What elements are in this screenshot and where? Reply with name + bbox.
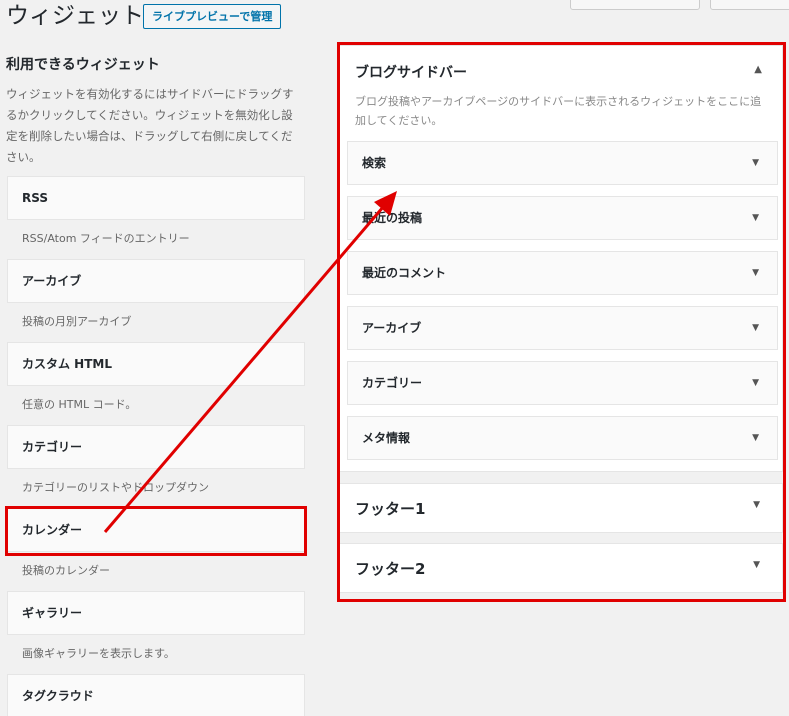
widget-archives-desc: 投稿の月別アーカイブ [22,315,132,328]
widget-rss[interactable]: RSS [7,176,305,220]
available-widgets-title: 利用できるウィジェット [6,57,160,73]
widget-tag-cloud[interactable]: タグクラウド [7,674,305,716]
widget-rss-desc: RSS/Atom フィードのエントリー [22,232,190,245]
page-title: ウィジェット [6,3,144,29]
widget-categories[interactable]: カテゴリー [7,425,305,469]
live-preview-button[interactable]: ライブプレビューで管理 [143,4,282,29]
widget-gallery-desc: 画像ギャラリーを表示します。 [22,647,175,660]
widget-custom-html-desc: 任意の HTML コード。 [22,398,137,411]
widget-calendar-desc: 投稿のカレンダー [22,564,110,577]
top-toolbar-button[interactable] [570,0,700,10]
highlight-box-calendar [5,506,307,556]
highlight-box-sidebar [337,42,786,602]
available-widgets-description: ウィジェットを有効化するにはサイドバーにドラッグするかクリックしてください。ウィ… [6,87,294,164]
widget-archives[interactable]: アーカイブ [7,259,305,303]
widget-gallery[interactable]: ギャラリー [7,591,305,635]
widget-categories-desc: カテゴリーのリストやドロップダウン [22,481,209,494]
top-toolbar-button-2[interactable] [710,0,789,10]
widget-custom-html[interactable]: カスタム HTML [7,342,305,386]
